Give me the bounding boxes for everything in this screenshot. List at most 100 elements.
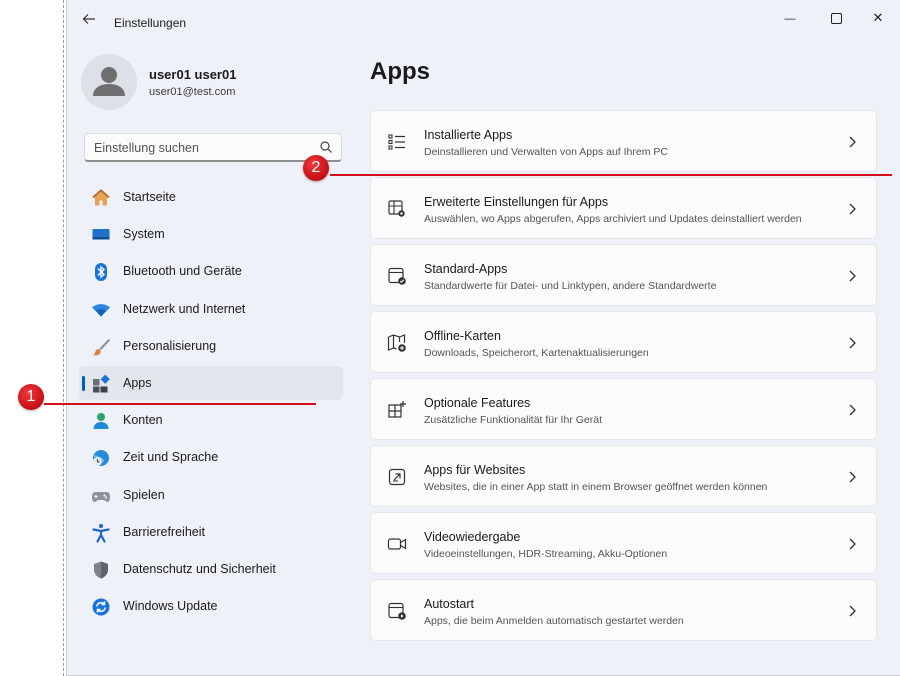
- default-apps-icon: [388, 267, 406, 285]
- sidebar-item-label: Zeit und Sprache: [123, 450, 219, 465]
- card-videowiedergabe[interactable]: Videowiedergabe Videoeinstellungen, HDR-…: [370, 512, 877, 574]
- sidebar-item-label: Netzwerk und Internet: [123, 301, 246, 316]
- maximize-icon: [830, 12, 842, 24]
- minimize-button[interactable]: —: [767, 6, 813, 28]
- sidebar-item-system[interactable]: System: [79, 217, 343, 251]
- bluetooth-icon: [95, 263, 107, 282]
- card-title: Standard-Apps: [424, 262, 508, 276]
- chevron-right-icon: [849, 605, 856, 617]
- close-button[interactable]: ✕: [855, 6, 900, 28]
- card-title: Apps für Websites: [424, 463, 526, 477]
- update-icon: [92, 598, 110, 616]
- chevron-right-icon: [849, 471, 856, 483]
- card-subtitle: Auswählen, wo Apps abgerufen, Apps archi…: [424, 213, 802, 225]
- user-silhouette-icon: [93, 67, 125, 96]
- sidebar-item-label: Startseite: [123, 190, 176, 204]
- arrow-left-icon: [82, 14, 95, 24]
- card-title: Installierte Apps: [424, 128, 513, 142]
- user-name: user01 user01: [149, 67, 237, 82]
- card-apps-fuer-websites[interactable]: Apps für Websites Websites, die in einer…: [370, 445, 877, 507]
- card-title: Videowiedergabe: [424, 530, 521, 544]
- sidebar-item-label: Datenschutz und Sicherheit: [123, 561, 276, 576]
- annotation-marker-2: 2: [303, 155, 329, 181]
- chevron-right-icon: [849, 203, 856, 215]
- sidebar-item-personalisierung[interactable]: Personalisierung: [79, 329, 343, 363]
- brush-icon: [92, 338, 110, 356]
- search-icon: [320, 141, 332, 153]
- accessibility-icon: [92, 523, 110, 543]
- sidebar-item-label: Personalisierung: [123, 338, 217, 353]
- card-subtitle: Deinstallieren und Verwalten von Apps au…: [424, 146, 668, 158]
- sidebar-item-label: Barrierefreiheit: [123, 524, 205, 539]
- home-icon: [92, 189, 110, 206]
- window-title: Einstellungen: [114, 16, 187, 30]
- maximize-button[interactable]: [813, 6, 859, 28]
- offline-map-icon: [387, 334, 406, 352]
- sidebar-item-zeit[interactable]: Zeit und Sprache: [79, 440, 343, 474]
- card-title: Autostart: [424, 597, 475, 611]
- card-subtitle: Videoeinstellungen, HDR-Streaming, Akku-…: [424, 548, 668, 560]
- title-bar: Einstellungen — ✕: [67, 0, 900, 46]
- card-optionale-features[interactable]: Optionale Features Zusätzliche Funktiona…: [370, 378, 877, 440]
- card-standard-apps[interactable]: Standard-Apps Standardwerte für Datei- u…: [370, 244, 877, 306]
- card-title: Optionale Features: [424, 396, 531, 410]
- sidebar-item-label: Windows Update: [123, 599, 218, 614]
- minimize-icon: —: [784, 13, 796, 25]
- settings-window: Einstellungen — ✕ user01 user01 user01@t…: [66, 0, 900, 676]
- settings-search-input[interactable]: Einstellung suchen: [84, 133, 342, 162]
- chevron-right-icon: [849, 337, 856, 349]
- sidebar-item-konten[interactable]: Konten: [79, 403, 343, 437]
- chevron-right-icon: [849, 538, 856, 550]
- back-button[interactable]: [79, 12, 99, 32]
- wifi-icon: [92, 303, 110, 317]
- shield-icon: [94, 561, 108, 579]
- card-installierte-apps[interactable]: Installierte Apps Deinstallieren und Ver…: [370, 110, 877, 172]
- sidebar-item-label: Spielen: [123, 487, 165, 502]
- monitor-icon: [92, 229, 110, 240]
- sidebar-item-label: System: [123, 227, 165, 242]
- card-subtitle: Apps, die beim Anmelden automatisch gest…: [424, 615, 684, 627]
- chevron-right-icon: [849, 270, 856, 282]
- close-icon: ✕: [872, 10, 884, 25]
- user-profile[interactable]: user01 user01 user01@test.com: [81, 50, 341, 110]
- active-indicator: [82, 375, 85, 391]
- card-subtitle: Zusätzliche Funktionalität für Ihr Gerät: [424, 414, 602, 426]
- card-subtitle: Websites, die in einer App statt in eine…: [424, 481, 768, 493]
- annotation-line-2: [330, 174, 892, 176]
- user-email: user01@test.com: [149, 86, 236, 98]
- sidebar-item-barrierefreiheit[interactable]: Barrierefreiheit: [79, 515, 343, 549]
- app-settings-icon: [388, 200, 405, 217]
- app-list-icon: [388, 134, 405, 150]
- page-title: Apps: [370, 58, 430, 85]
- sidebar-item-label: Konten: [123, 413, 163, 428]
- dashed-guide: [63, 0, 64, 676]
- globe-clock-icon: [93, 450, 109, 467]
- annotation-marker-1: 1: [18, 384, 44, 410]
- search-placeholder: Einstellung suchen: [94, 141, 199, 155]
- card-subtitle: Downloads, Speicherort, Kartenaktualisie…: [424, 347, 649, 359]
- sidebar-item-apps[interactable]: Apps: [79, 365, 343, 400]
- person-icon: [93, 413, 109, 430]
- page: Einstellungen — ✕ user01 user01 user01@t…: [0, 0, 900, 676]
- video-icon: [387, 538, 407, 550]
- sidebar-item-windows-update[interactable]: Windows Update: [79, 589, 343, 623]
- sidebar-item-bluetooth[interactable]: Bluetooth und Geräte: [79, 254, 343, 288]
- apps-icon: [93, 374, 110, 393]
- gamepad-icon: [92, 491, 110, 502]
- sidebar-item-network[interactable]: Netzwerk und Internet: [79, 292, 343, 326]
- avatar: [81, 54, 137, 110]
- card-erweiterte-einstellungen[interactable]: Erweiterte Einstellungen für Apps Auswäh…: [370, 177, 877, 239]
- sidebar-item-startseite[interactable]: Startseite: [79, 180, 343, 214]
- card-offline-karten[interactable]: Offline-Karten Downloads, Speicherort, K…: [370, 311, 877, 373]
- optional-features-icon: [388, 401, 406, 418]
- startup-icon: [388, 602, 406, 620]
- card-autostart[interactable]: Autostart Apps, die beim Anmelden automa…: [370, 579, 877, 641]
- settings-cards: Installierte Apps Deinstallieren und Ver…: [370, 110, 877, 646]
- chevron-right-icon: [849, 136, 856, 148]
- sidebar-item-datenschutz[interactable]: Datenschutz und Sicherheit: [79, 552, 343, 586]
- card-title: Erweiterte Einstellungen für Apps: [424, 195, 609, 209]
- sidebar-item-spielen[interactable]: Spielen: [79, 478, 343, 512]
- chevron-right-icon: [849, 404, 856, 416]
- sidebar-item-label: Bluetooth und Geräte: [123, 264, 242, 279]
- website-app-icon: [388, 468, 406, 486]
